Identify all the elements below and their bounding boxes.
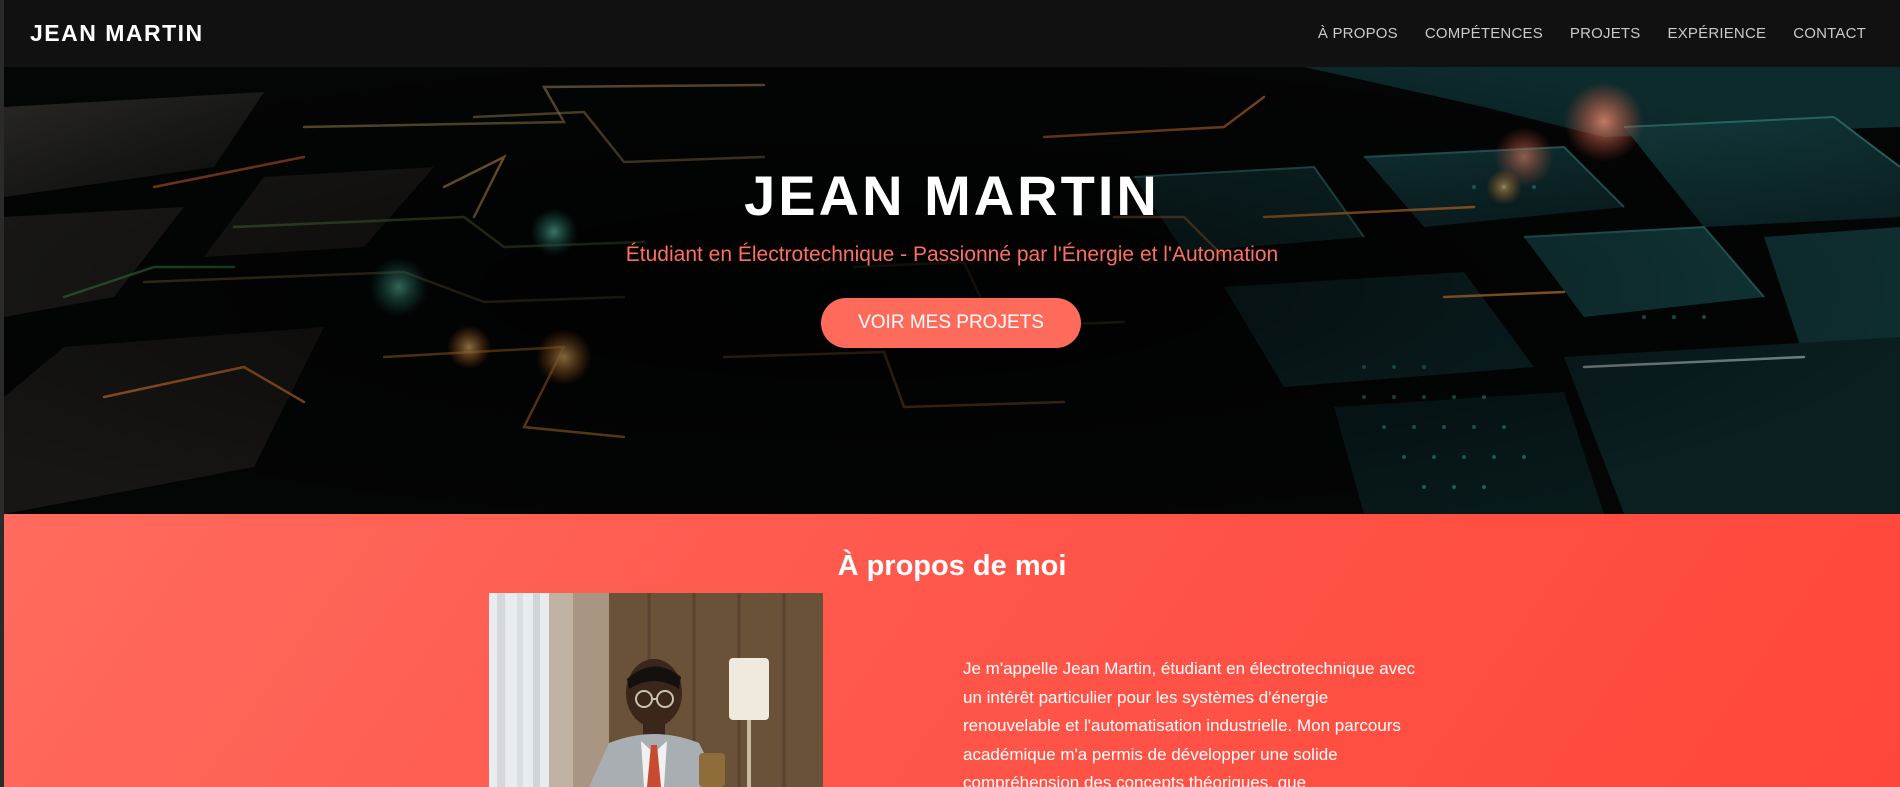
nav-link-experience[interactable]: EXPÉRIENCE (1668, 25, 1767, 42)
nav-link-competences[interactable]: COMPÉTENCES (1425, 25, 1543, 42)
hero-subtitle: Étudiant en Électrotechnique - Passionné… (625, 243, 1279, 266)
portrait-photo (489, 593, 823, 787)
hero-title: JEAN MARTIN (744, 164, 1160, 227)
view-projects-button[interactable]: VOIR MES PROJETS (821, 298, 1081, 348)
about-section: À propos de moi Je m'appelle Jean Martin… (4, 514, 1900, 787)
hero-content: JEAN MARTIN Étudiant en Électrotechnique… (4, 67, 1900, 514)
about-text: Je m'appelle Jean Martin, étudiant en él… (963, 659, 1416, 787)
nav-link-contact[interactable]: CONTACT (1793, 25, 1866, 42)
nav-links: À PROPOS COMPÉTENCES PROJETS EXPÉRIENCE … (1318, 25, 1866, 42)
portrait-illustration (489, 593, 823, 787)
about-title: À propos de moi (837, 550, 1067, 582)
site-logo[interactable]: JEAN MARTIN (30, 20, 204, 47)
page: JEAN MARTIN À PROPOS COMPÉTENCES PROJETS… (4, 0, 1900, 787)
nav-link-a-propos[interactable]: À PROPOS (1318, 25, 1398, 42)
hero-section: JEAN MARTIN Étudiant en Électrotechnique… (4, 67, 1900, 514)
nav-link-projets[interactable]: PROJETS (1570, 25, 1641, 42)
navbar: JEAN MARTIN À PROPOS COMPÉTENCES PROJETS… (4, 0, 1900, 67)
